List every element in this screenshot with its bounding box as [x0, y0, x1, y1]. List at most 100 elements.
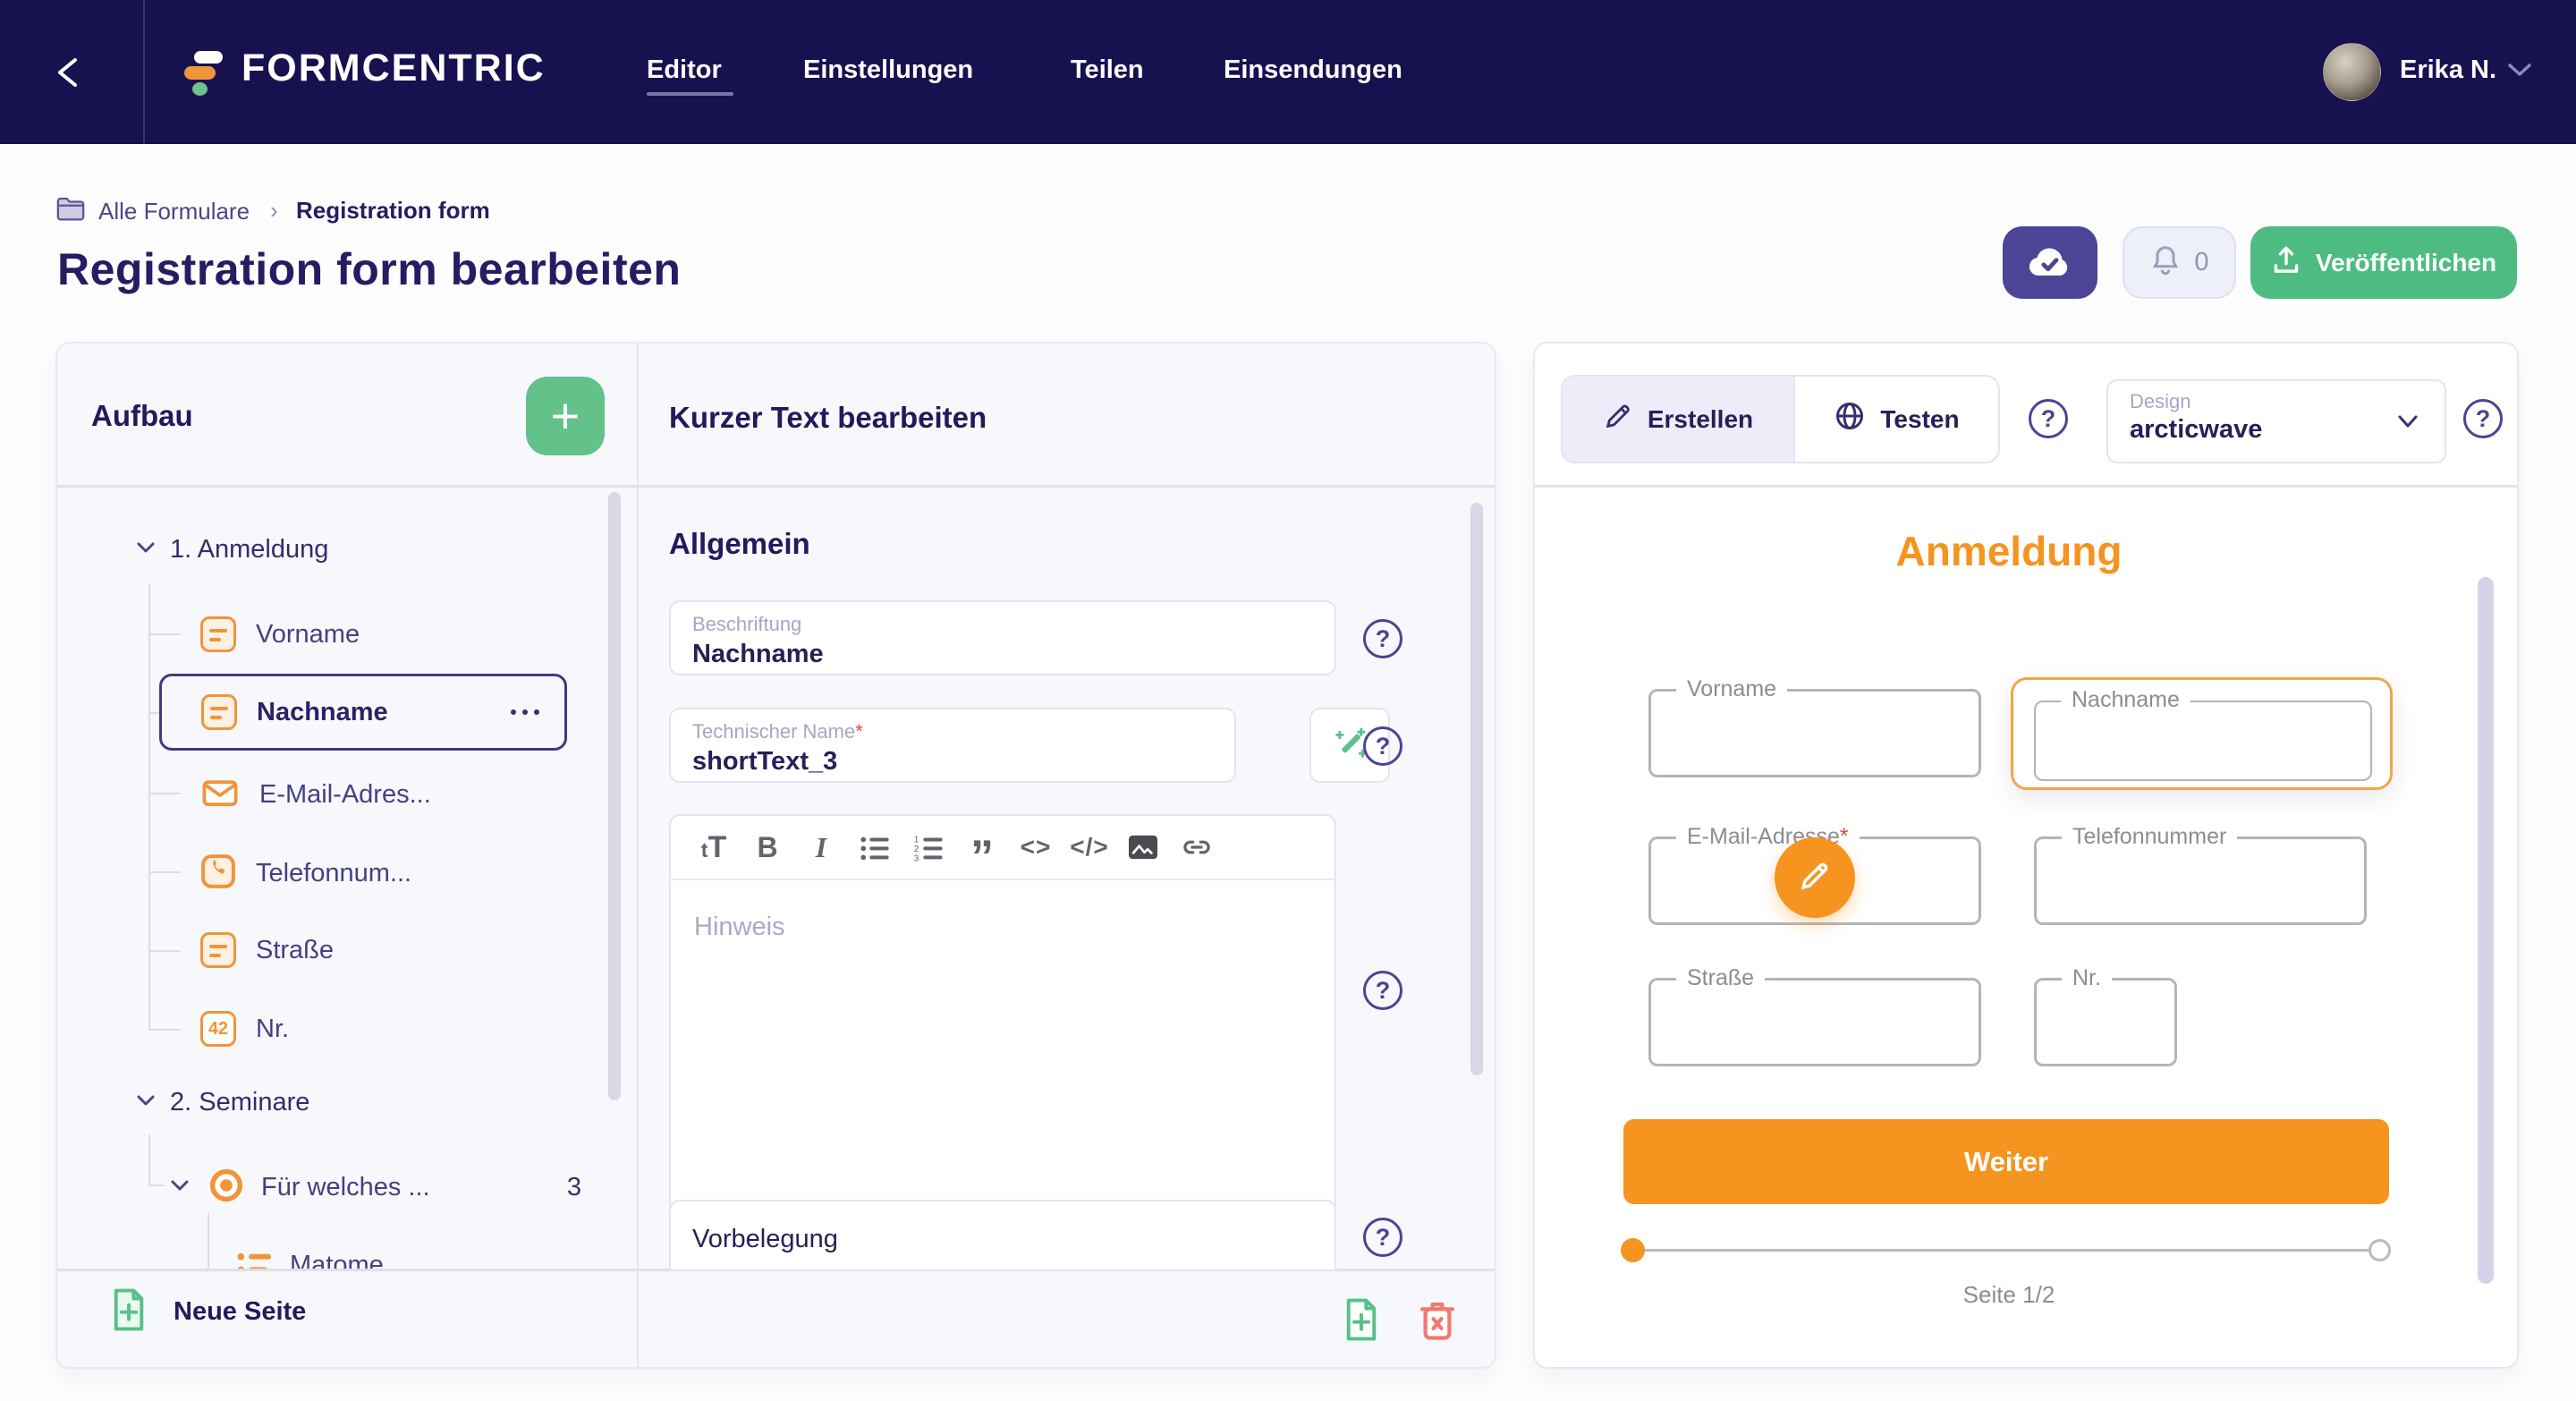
image-icon[interactable]: [1116, 833, 1170, 862]
tree-item-nachname-selected[interactable]: Nachname: [159, 674, 567, 751]
top-bar: FORMCENTRIC Editor Einstellungen Teilen …: [0, 0, 2576, 144]
tree-item-strasse[interactable]: Straße: [200, 932, 334, 968]
help-icon[interactable]: ?: [2029, 399, 2068, 438]
preview-progress-current-dot[interactable]: [1621, 1238, 1645, 1262]
preview-scrollbar[interactable]: [2478, 577, 2494, 1284]
tree-connector: [148, 1184, 165, 1186]
tree-item-nr[interactable]: 42 Nr.: [200, 1011, 289, 1047]
user-avatar[interactable]: [2323, 43, 2381, 101]
help-icon[interactable]: ?: [1363, 726, 1402, 766]
chevron-down-icon[interactable]: [134, 538, 157, 562]
edit-element-fab[interactable]: [1775, 837, 1855, 918]
structure-scrollbar[interactable]: [608, 492, 621, 1100]
preview-field-telefonnummer[interactable]: Telefonnummer: [2034, 836, 2367, 925]
tree-section-seminare[interactable]: 2. Seminare: [134, 1088, 309, 1117]
duplicate-page-icon[interactable]: [1342, 1297, 1381, 1346]
blockquote-icon[interactable]: ”: [955, 853, 1009, 862]
tree-section-anmeldung[interactable]: 1. Anmeldung: [134, 535, 328, 565]
tree-connector: [148, 1134, 150, 1184]
preview-field-vorname[interactable]: Vorname: [1648, 689, 1981, 777]
user-menu-chevron-down-icon[interactable]: [2504, 59, 2535, 85]
nav-editor[interactable]: Editor: [647, 55, 722, 85]
builder-panel: Aufbau + 1. Anmeldung Vorname Nachname E…: [55, 342, 1496, 1369]
tree-label: 2. Seminare: [170, 1088, 309, 1117]
bullet-list-icon[interactable]: [848, 832, 902, 862]
preview-field-nachname[interactable]: Nachname: [2034, 700, 2372, 781]
preview-field-strasse[interactable]: Straße: [1648, 978, 1981, 1066]
field-legend: Nachname: [2061, 687, 2190, 713]
text-format-icon[interactable]: tT: [687, 830, 741, 865]
tree-item-telefon[interactable]: Telefonnum...: [200, 853, 411, 894]
preview-header-divider: [1535, 485, 2517, 488]
breadcrumb-current: Registration form: [296, 197, 490, 225]
chevron-down-icon[interactable]: [134, 1091, 157, 1115]
vorbelegung-placeholder: Vorbelegung: [692, 1225, 1313, 1254]
link-icon[interactable]: [1170, 833, 1224, 862]
svg-text:3: 3: [914, 854, 919, 862]
beschriftung-input[interactable]: Beschriftung Nachname: [669, 600, 1336, 675]
tree-label: Für welches ...: [261, 1173, 430, 1202]
help-icon[interactable]: ?: [1363, 1218, 1402, 1257]
preview-field-nachname-selected[interactable]: Nachname: [2011, 677, 2393, 790]
help-icon[interactable]: ?: [1363, 971, 1402, 1010]
field-legend: Straße: [1676, 965, 1765, 991]
publish-button[interactable]: Veröffentlichen: [2250, 226, 2517, 299]
editor-footer-actions: [1342, 1297, 1458, 1346]
nav-einstellungen[interactable]: Einstellungen: [803, 55, 973, 85]
preview-field-nr[interactable]: Nr.: [2034, 978, 2177, 1066]
more-options-icon[interactable]: [511, 709, 539, 715]
new-page-button[interactable]: Neue Seite: [109, 1287, 306, 1337]
beschriftung-value: Nachname: [692, 640, 1313, 669]
tree-connector: [148, 871, 181, 873]
short-text-icon: [200, 616, 236, 652]
tree-connector: [148, 633, 181, 635]
page-title: Registration form bearbeiten: [57, 243, 681, 295]
envelope-icon: [200, 775, 240, 815]
svg-text:2: 2: [914, 845, 919, 854]
breadcrumb-root[interactable]: Alle Formulare: [98, 198, 250, 225]
required-asterisk: *: [855, 720, 863, 743]
tab-testen[interactable]: Testen: [1793, 377, 1998, 462]
user-name[interactable]: Erika N.: [2400, 55, 2496, 85]
new-page-label: Neue Seite: [174, 1297, 306, 1327]
tree-label: Telefonnum...: [256, 859, 411, 888]
tree-connector: [208, 1213, 209, 1269]
hinweis-richtext-editor[interactable]: tT B I 123 ” <> </> Hinweis: [669, 814, 1336, 1214]
delete-element-icon[interactable]: [1417, 1297, 1458, 1346]
inline-code-icon[interactable]: <>: [1009, 833, 1063, 862]
brand-name: FORMCENTRIC: [242, 47, 546, 90]
preview-submit-button[interactable]: Weiter: [1623, 1119, 2389, 1204]
chevron-down-icon[interactable]: [168, 1176, 191, 1200]
notifications-button[interactable]: 0: [2123, 226, 2236, 299]
design-value: arcticwave: [2130, 415, 2423, 445]
back-button[interactable]: [41, 50, 102, 95]
chevron-down-icon: [2393, 408, 2423, 439]
technischer-name-input[interactable]: Technischer Name* shortText_3: [669, 708, 1236, 783]
cloud-check-icon: [2027, 241, 2073, 284]
tree-connector: [148, 793, 181, 794]
tree-label: Nachname: [257, 698, 388, 727]
hinweis-placeholder: Hinweis: [694, 913, 785, 941]
pencil-icon: [1603, 401, 1633, 437]
notifications-count: 0: [2194, 248, 2208, 277]
design-select[interactable]: Design arcticwave: [2106, 379, 2446, 463]
editor-scrollbar[interactable]: [1470, 503, 1483, 1075]
help-icon[interactable]: ?: [2463, 399, 2503, 438]
tree-item-email[interactable]: E-Mail-Adres...: [200, 775, 431, 815]
italic-icon[interactable]: I: [794, 831, 848, 864]
nav-einsendungen[interactable]: Einsendungen: [1224, 55, 1402, 85]
tree-item-fuer-welches[interactable]: Für welches ... 3: [168, 1167, 615, 1209]
nav-teilen[interactable]: Teilen: [1071, 55, 1144, 85]
bold-icon[interactable]: B: [741, 831, 794, 864]
add-element-button[interactable]: +: [526, 377, 605, 455]
tab-erstellen[interactable]: Erstellen: [1563, 377, 1793, 462]
help-icon[interactable]: ?: [1363, 619, 1402, 658]
code-block-icon[interactable]: </>: [1063, 833, 1116, 862]
numbered-list-icon[interactable]: 123: [902, 832, 955, 862]
field-legend: Vorname: [1676, 676, 1787, 702]
preview-progress-next-ring[interactable]: [2368, 1239, 2391, 1261]
vorbelegung-input[interactable]: Vorbelegung: [669, 1200, 1336, 1271]
breadcrumb-separator: ›: [270, 197, 278, 225]
tree-item-vorname[interactable]: Vorname: [200, 616, 360, 652]
saved-status-button[interactable]: [2003, 226, 2097, 299]
